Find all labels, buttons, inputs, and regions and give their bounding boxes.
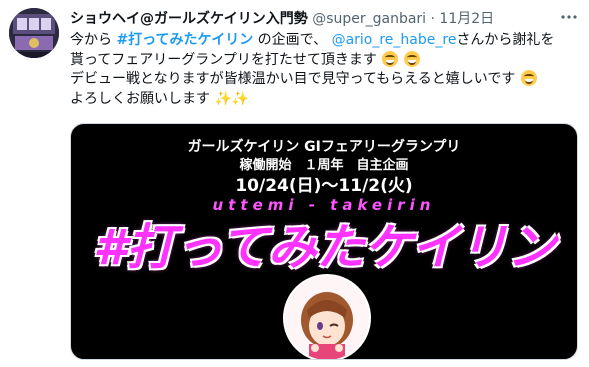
tweet[interactable]: ショウヘイ@ガールズケイリン入門勢 @super_ganbari · 11月2日…	[0, 0, 589, 367]
tweet-line-3: デビュー戦となりますが皆様温かい目で見守ってもらえると嬉しいです	[70, 70, 575, 90]
more-icon[interactable]	[560, 8, 578, 30]
media-title: ガールズケイリン GⅠフェアリーグランプリ	[187, 139, 461, 155]
avatar-image	[9, 8, 59, 58]
avatar[interactable]	[9, 8, 59, 58]
hashtag-link[interactable]: #打ってみたケイリン	[116, 32, 253, 48]
tweet-line-1: 今から #打ってみたケイリン の企画で、 @ario_re_habe_reさんか…	[70, 31, 575, 51]
text-segment: さんから謝礼を	[456, 32, 555, 48]
character-illustration	[283, 274, 371, 359]
author-handle[interactable]: @super_ganbari	[312, 11, 426, 27]
grinning-squinting-face-icon	[382, 50, 399, 67]
text-segment: よろしくお願いします	[70, 90, 210, 107]
tweet-text: 今から #打ってみたケイリン の企画で、 @ario_re_habe_reさんか…	[70, 31, 575, 109]
character-illustration-art	[285, 276, 369, 359]
sparkles-icon: ✨	[231, 90, 250, 107]
tweet-media-image[interactable]: ガールズケイリン GⅠフェアリーグランプリ 稼働開始 １周年 自主企画 10/2…	[70, 123, 578, 360]
media-dates: 10/24(日)～11/2(火)	[235, 176, 413, 196]
tweet-header: ショウヘイ@ガールズケイリン入門勢 @super_ganbari · 11月2日	[70, 9, 494, 29]
separator-dot: ·	[430, 11, 435, 27]
tweet-line-4: よろしくお願いします ✨✨	[70, 90, 575, 110]
tweet-line-2: 貰ってフェアリーグランプリを打たせて頂きます	[70, 50, 575, 71]
sparkles-icon: ✨	[214, 90, 232, 107]
text-segment: の企画で、	[257, 32, 328, 48]
text-segment: デビュー戦となりますが皆様温かい目で見守ってもらえると嬉しいです	[70, 71, 516, 87]
grinning-squinting-face-icon	[403, 50, 420, 67]
mention-link[interactable]: @ario_re_habe_re	[332, 32, 457, 48]
grinning-squinting-face-icon	[520, 70, 537, 86]
media-big-hashtag: #打ってみたケイリン	[93, 219, 556, 276]
text-segment: 貰ってフェアリーグランプリを打たせて頂きます	[70, 51, 377, 68]
more-icon-glyph	[561, 15, 577, 19]
tweet-date[interactable]: 11月2日	[439, 11, 494, 27]
text-segment: 今から	[70, 32, 112, 48]
author-name[interactable]: ショウヘイ@ガールズケイリン入門勢	[70, 11, 308, 27]
